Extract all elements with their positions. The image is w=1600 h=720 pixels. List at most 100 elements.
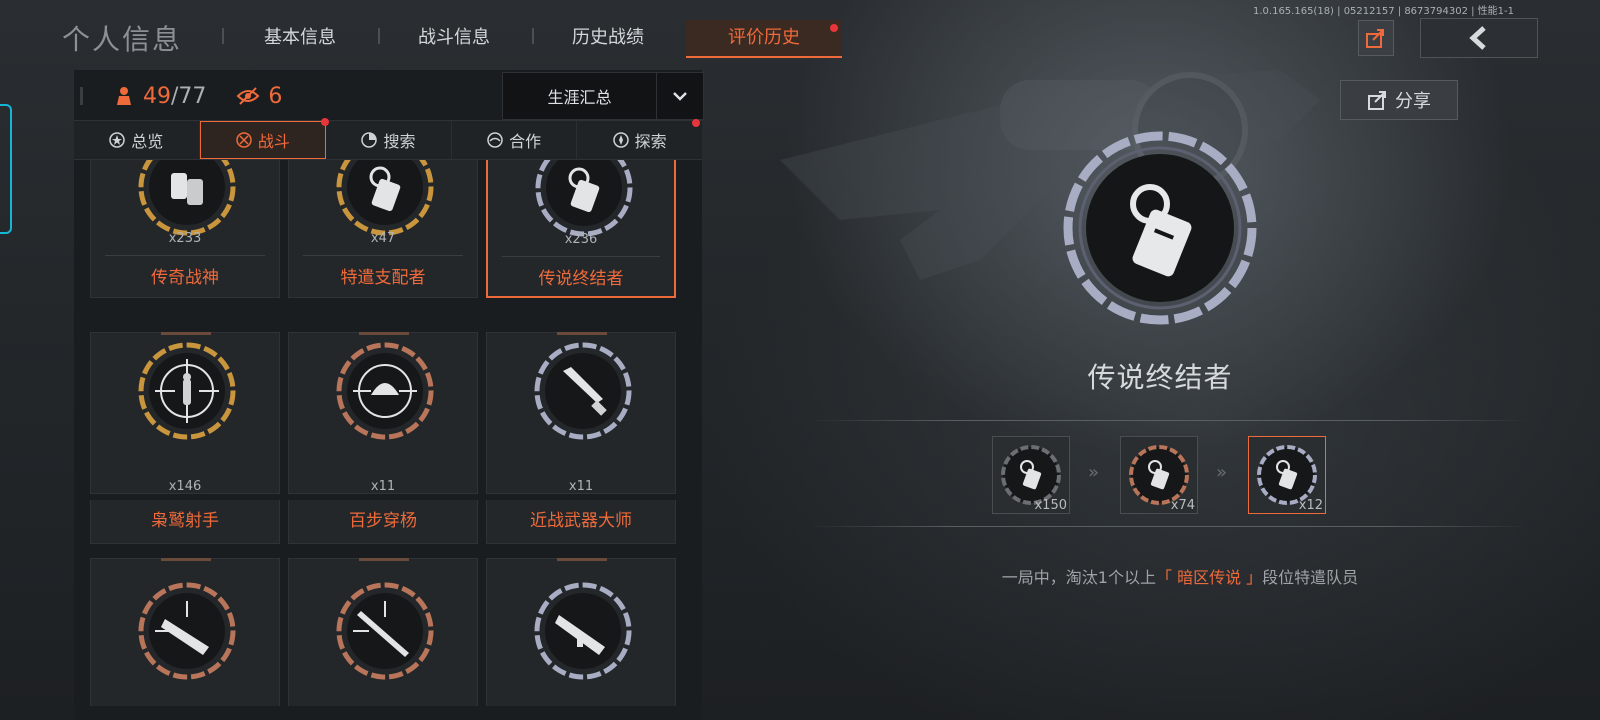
- notification-dot: [691, 119, 700, 127]
- chevron-left-icon: [1469, 26, 1486, 50]
- chevron-right-icon: »: [1216, 462, 1228, 483]
- tier-count: x74: [1170, 498, 1195, 513]
- card-divider: [303, 255, 463, 256]
- badge-name: 枭鹫射手: [151, 511, 219, 531]
- badge-card[interactable]: x47 特遣支配者: [288, 160, 478, 298]
- badge-card[interactable]: [288, 558, 478, 706]
- nav-tab-combat-info[interactable]: 战斗信息: [398, 20, 510, 56]
- period-dropdown[interactable]: 生涯汇总: [502, 72, 704, 120]
- radar-icon: [361, 132, 378, 148]
- tab-overview[interactable]: 总览: [74, 121, 200, 159]
- tier-count: x12: [1298, 498, 1323, 513]
- badge-count: x11: [568, 479, 594, 494]
- card-top-tick: [359, 558, 409, 561]
- chevron-down-icon: [656, 73, 703, 119]
- badge-name: 传奇战神: [151, 268, 219, 288]
- share-icon: [1368, 91, 1386, 110]
- badge-name: 传说终结者: [538, 269, 624, 289]
- badge-name-strip: 枭鹫射手: [90, 500, 280, 544]
- badge-count: x233: [168, 231, 202, 246]
- nav-tab-match-history[interactable]: 历史战绩: [552, 20, 664, 56]
- card-top-tick: [161, 558, 211, 561]
- star-circle-icon: [109, 132, 126, 148]
- desc-suffix: 段位特遣队员: [1262, 568, 1359, 587]
- chevron-right-icon: »: [1088, 462, 1100, 483]
- card-divider: [502, 256, 660, 257]
- share-button[interactable]: 分享: [1340, 80, 1458, 120]
- tab-explore[interactable]: 探索: [577, 119, 702, 159]
- badge-name: 百步穿杨: [349, 511, 417, 531]
- nav-tab-basic-info[interactable]: 基本信息: [244, 20, 356, 56]
- badge-description: 一局中，淘汰1个以上「 暗区传说 」段位特遣队员: [880, 564, 1480, 588]
- export-icon-button[interactable]: [1358, 20, 1394, 56]
- badge-card[interactable]: x236 传说终结者: [486, 160, 676, 298]
- badge-card[interactable]: x146: [90, 332, 280, 494]
- nav-divider: [222, 28, 224, 44]
- export-icon: [1366, 29, 1384, 48]
- tab-coop[interactable]: 合作: [452, 121, 578, 159]
- achieved-count: 49: [143, 83, 171, 109]
- badge-name-strip: 百步穿杨: [288, 500, 478, 544]
- share-label: 分享: [1395, 91, 1431, 112]
- tier-badge-bronze[interactable]: x74: [1120, 436, 1198, 514]
- watch-count: 6: [268, 83, 283, 109]
- side-panel-handle[interactable]: [0, 104, 12, 234]
- badge-grid: x233 传奇战神 x47 特遣支配者 x236 传说终结者 x146 x11 …: [90, 160, 690, 706]
- assault-rifle-icon: [534, 582, 632, 680]
- knife-icon: [534, 342, 632, 440]
- tab-search[interactable]: 搜索: [326, 121, 452, 159]
- card-top-tick: [359, 332, 409, 335]
- card-top-tick: [557, 558, 607, 561]
- compass-icon: [612, 132, 629, 148]
- watch-stat: 6: [236, 84, 282, 109]
- badge-progress: 49/77: [113, 84, 206, 109]
- desc-highlight: 「 暗区传说 」: [1155, 568, 1263, 587]
- tab-explore-label: 探索: [634, 132, 667, 151]
- tier-badge-silver[interactable]: x12: [1248, 436, 1326, 514]
- crosshair-helmet-icon: [336, 342, 434, 440]
- badge-name: 特遣支配者: [340, 268, 426, 288]
- badge-card[interactable]: x11: [486, 332, 676, 494]
- divider: [810, 420, 1530, 421]
- crosshair-soldier-icon: [138, 342, 236, 440]
- tab-overview-label: 总览: [131, 132, 164, 151]
- category-tabs: 总览 战斗 搜索 合作 探索: [74, 118, 702, 160]
- dropdown-selected: 生涯汇总: [547, 88, 612, 107]
- page-title: 个人信息: [62, 23, 183, 56]
- selected-badge-medal-icon: [1063, 131, 1257, 325]
- badge-count: x47: [370, 231, 396, 246]
- back-button[interactable]: [1420, 18, 1538, 58]
- badge-card[interactable]: x11: [288, 332, 478, 494]
- medal-icon: [117, 87, 131, 105]
- tier-badge-black[interactable]: x150: [992, 436, 1070, 514]
- badge-card[interactable]: x233 传奇战神: [90, 160, 280, 298]
- nav-tab-rating-history[interactable]: 评价历史: [686, 20, 842, 58]
- stats-marker: [80, 87, 83, 105]
- nav-divider: [378, 28, 380, 44]
- badge-name: 近战武器大师: [530, 511, 632, 531]
- badge-card[interactable]: [90, 558, 280, 706]
- badge-name-strip: 近战武器大师: [486, 500, 676, 544]
- card-top-tick: [161, 332, 211, 335]
- divider: [810, 526, 1530, 527]
- crossed-swords-icon: [236, 132, 252, 148]
- badge-count: x236: [564, 232, 598, 247]
- dog-tags-icon: [138, 160, 236, 236]
- tab-combat[interactable]: 战斗: [199, 118, 330, 159]
- dog-tag-icon: [336, 160, 434, 236]
- desc-prefix: 一局中，淘汰1个以上: [1001, 568, 1156, 587]
- selected-badge-title: 传说终结者: [1087, 361, 1233, 394]
- handshake-icon: [487, 132, 503, 148]
- dog-tag-icon: [535, 160, 633, 237]
- nav-divider: [532, 28, 534, 44]
- badge-count: x11: [370, 479, 396, 494]
- tab-coop-label: 合作: [509, 132, 542, 151]
- tier-count: x150: [1034, 498, 1067, 513]
- version-info: 1.0.165.165(18) | 05212157 | 8673794302 …: [1253, 6, 1514, 17]
- badge-card[interactable]: [486, 558, 676, 706]
- hidden-eye-icon: [236, 87, 260, 105]
- badge-count: x146: [168, 479, 202, 494]
- rifle-icon: [336, 582, 434, 680]
- card-divider: [105, 255, 265, 256]
- stats-bar: 49/77 6: [74, 74, 282, 118]
